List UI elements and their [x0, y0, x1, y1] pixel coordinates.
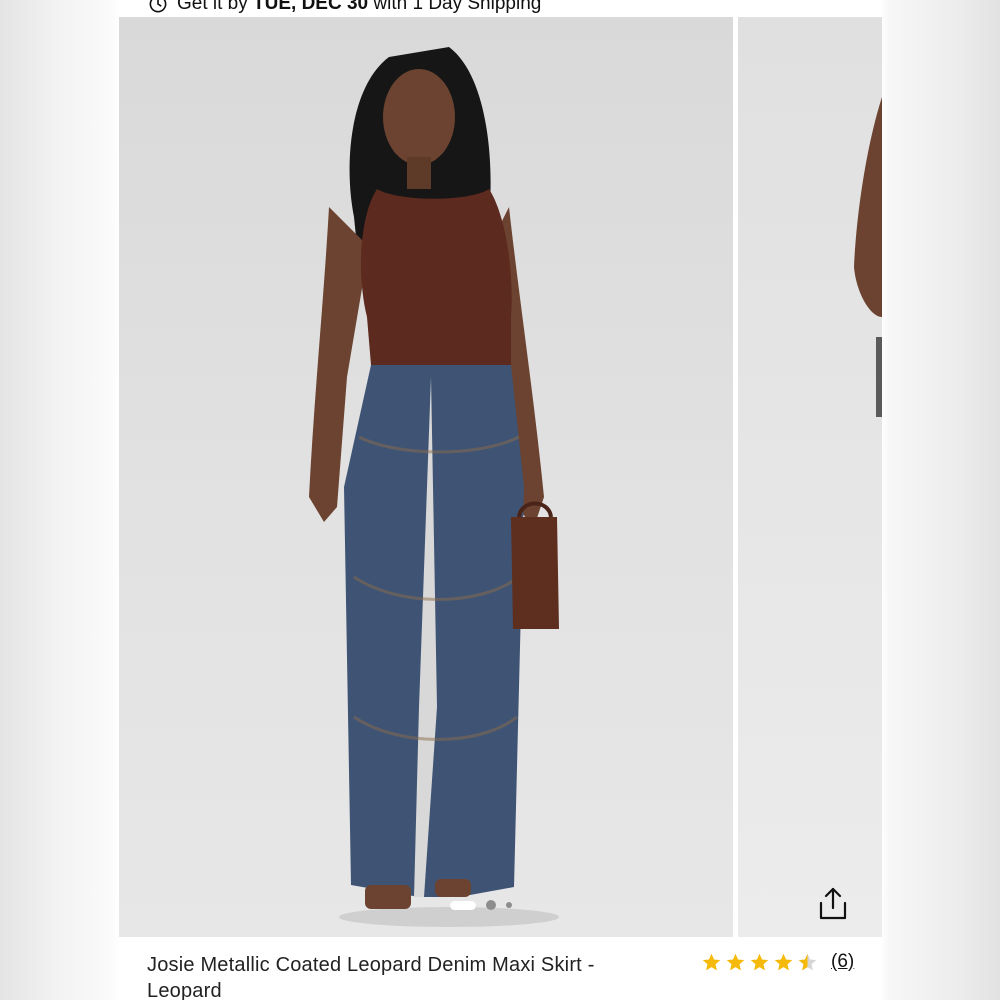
star-icon: [750, 953, 769, 970]
carousel-dot[interactable]: [486, 900, 496, 910]
share-button[interactable]: [813, 884, 853, 924]
star-icon: [702, 953, 721, 970]
model-photo-partial: [854, 97, 882, 417]
product-image-main[interactable]: [119, 17, 733, 937]
carousel-dot-active[interactable]: [450, 900, 476, 910]
shipping-date: TUE, DEC 30: [253, 0, 369, 14]
shipping-prefix: Get it by: [177, 0, 248, 14]
carousel-dot[interactable]: [506, 902, 512, 908]
model-photo: [309, 47, 559, 927]
product-image-next[interactable]: [738, 17, 882, 937]
review-count-link[interactable]: (6): [831, 951, 854, 973]
clock-icon: [149, 0, 167, 13]
star-icon: [726, 953, 745, 970]
product-rating[interactable]: (6): [701, 951, 854, 973]
star-half-icon: [798, 953, 817, 970]
product-title-line1: Josie Metallic Coated Leopard Denim Maxi…: [147, 954, 595, 976]
star-icon: [774, 953, 793, 970]
product-card: Get it by TUE, DEC 30 with 1 Day Shippin…: [119, 0, 882, 1000]
carousel-indicator[interactable]: [450, 900, 512, 910]
product-title-line2: Leopard: [147, 980, 222, 1000]
share-icon: [819, 887, 847, 920]
shipping-suffix: with 1 Day Shipping: [373, 0, 542, 14]
product-title[interactable]: Josie Metallic Coated Leopard Denim Maxi…: [147, 952, 667, 1000]
shipping-banner: Get it by TUE, DEC 30 with 1 Day Shippin…: [119, 0, 882, 18]
